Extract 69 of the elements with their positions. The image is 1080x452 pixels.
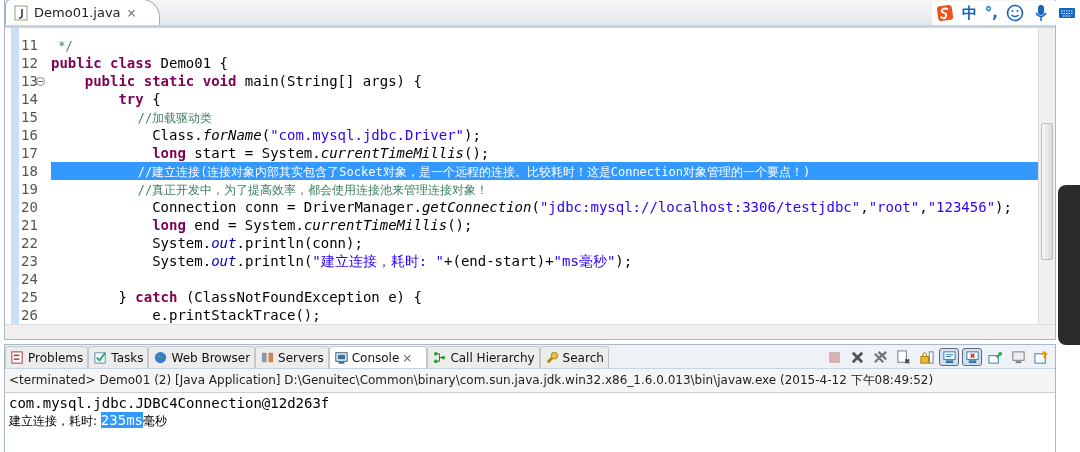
- view-tab[interactable]: Search: [539, 346, 609, 368]
- line-number: 22: [21, 235, 38, 251]
- lock-icon: [918, 349, 934, 365]
- globe-icon: [153, 350, 169, 365]
- code-line: Connection conn = DriverManager.getConnection("jdbc:mysql://localhost:3306/testjdbc","root","123456");: [151, 198, 1013, 216]
- console-icon: [333, 350, 349, 365]
- torch-icon: [544, 350, 560, 365]
- java-file-icon: [14, 4, 28, 21]
- line-number: 26: [21, 307, 38, 323]
- punctuation-toggle[interactable]: °,: [984, 4, 998, 22]
- hierarchy-icon: [432, 350, 448, 365]
- view-tab[interactable]: Call Hierarchy: [427, 346, 540, 368]
- list-icon: [10, 350, 25, 365]
- file-tab[interactable]: Demo01.java ⨯: [5, 0, 160, 25]
- view-tab[interactable]: Servers: [255, 346, 329, 368]
- line-number: 23: [21, 253, 38, 269]
- code-line: try {: [117, 90, 162, 108]
- double-close-icon: [872, 349, 888, 365]
- page-x-icon: [895, 349, 911, 365]
- line-number: 25: [21, 289, 38, 305]
- close-icon: [849, 349, 865, 365]
- console-output-line: com.mysql.jdbc.JDBC4Connection@12d263f: [9, 395, 331, 411]
- code-line: //真正开发中，为了提高效率，都会使用连接池来管理连接对象！: [136, 182, 490, 198]
- console-status: <terminated> Demo01 (2) [Java Application] D:\Genuitec\Common\binary\com.sun.java.jdk.win32.x86_1.6.0.013\bin\javaw.exe (2015-4-12 下午08:49:52): [5, 369, 1055, 393]
- code-line: */: [57, 38, 74, 54]
- view-tab[interactable]: Problems: [5, 346, 89, 368]
- smiley-icon[interactable]: [1006, 4, 1024, 22]
- view-tab[interactable]: Console ⨯: [328, 346, 428, 368]
- s-logo-icon[interactable]: [935, 4, 954, 22]
- line-number: 17: [21, 145, 38, 161]
- code-line: Class.forName("com.mysql.jdbc.Driver");: [151, 126, 482, 144]
- line-number: 21: [21, 217, 38, 233]
- close-tab-button[interactable]: ⨯: [126, 5, 137, 20]
- view-tab[interactable]: Tasks: [88, 346, 149, 368]
- code-line: e.printStackTrace();: [151, 306, 322, 324]
- code-line: System.out.println("建立连接，耗时: "+(end-start)+"ms毫秒");: [151, 252, 634, 270]
- line-number: 11: [21, 37, 38, 53]
- console-x-icon: [964, 349, 980, 365]
- collapse-icon[interactable]: [35, 76, 45, 86]
- close-tab-button[interactable]: ⨯: [402, 350, 413, 365]
- code-line: public class Demo01 {: [51, 54, 229, 72]
- servers-icon: [260, 350, 276, 365]
- microphone-icon[interactable]: [1032, 4, 1050, 22]
- view-tab[interactable]: Web Browser: [148, 346, 256, 368]
- line-number: 24: [21, 271, 38, 287]
- line-number: 14: [21, 91, 38, 107]
- pin-icon: [987, 349, 1003, 365]
- line-number: 19: [21, 181, 38, 197]
- toolbar-button[interactable]: [962, 348, 982, 366]
- input-mode-toggle[interactable]: 中: [961, 3, 977, 23]
- line-number: 16: [21, 127, 38, 143]
- console-icon: [941, 349, 957, 365]
- checklist-icon: [93, 350, 109, 365]
- line-number: 15: [21, 109, 38, 125]
- code-line: //加载驱动类: [136, 110, 214, 126]
- code-line: } catch (ClassNotFoundException e) {: [117, 288, 423, 306]
- horizontal-scrollbar[interactable]: [5, 324, 1055, 339]
- code-line: long end = System.currentTimeMillis();: [151, 216, 474, 234]
- toolbar-button[interactable]: [939, 348, 959, 366]
- line-number: 20: [21, 199, 38, 215]
- monitor-icon: [1010, 349, 1026, 365]
- code-line: long start = System.currentTimeMillis();: [151, 144, 491, 162]
- code-line: public static void main(String[] args) {: [83, 72, 423, 90]
- line-number: 18: [21, 163, 38, 179]
- stop-icon: [826, 349, 842, 365]
- line-number: 13: [21, 73, 38, 89]
- line-number: 12: [21, 55, 38, 71]
- vertical-scrollbar[interactable]: [1038, 28, 1055, 324]
- code-line: System.out.println(conn);: [151, 234, 364, 252]
